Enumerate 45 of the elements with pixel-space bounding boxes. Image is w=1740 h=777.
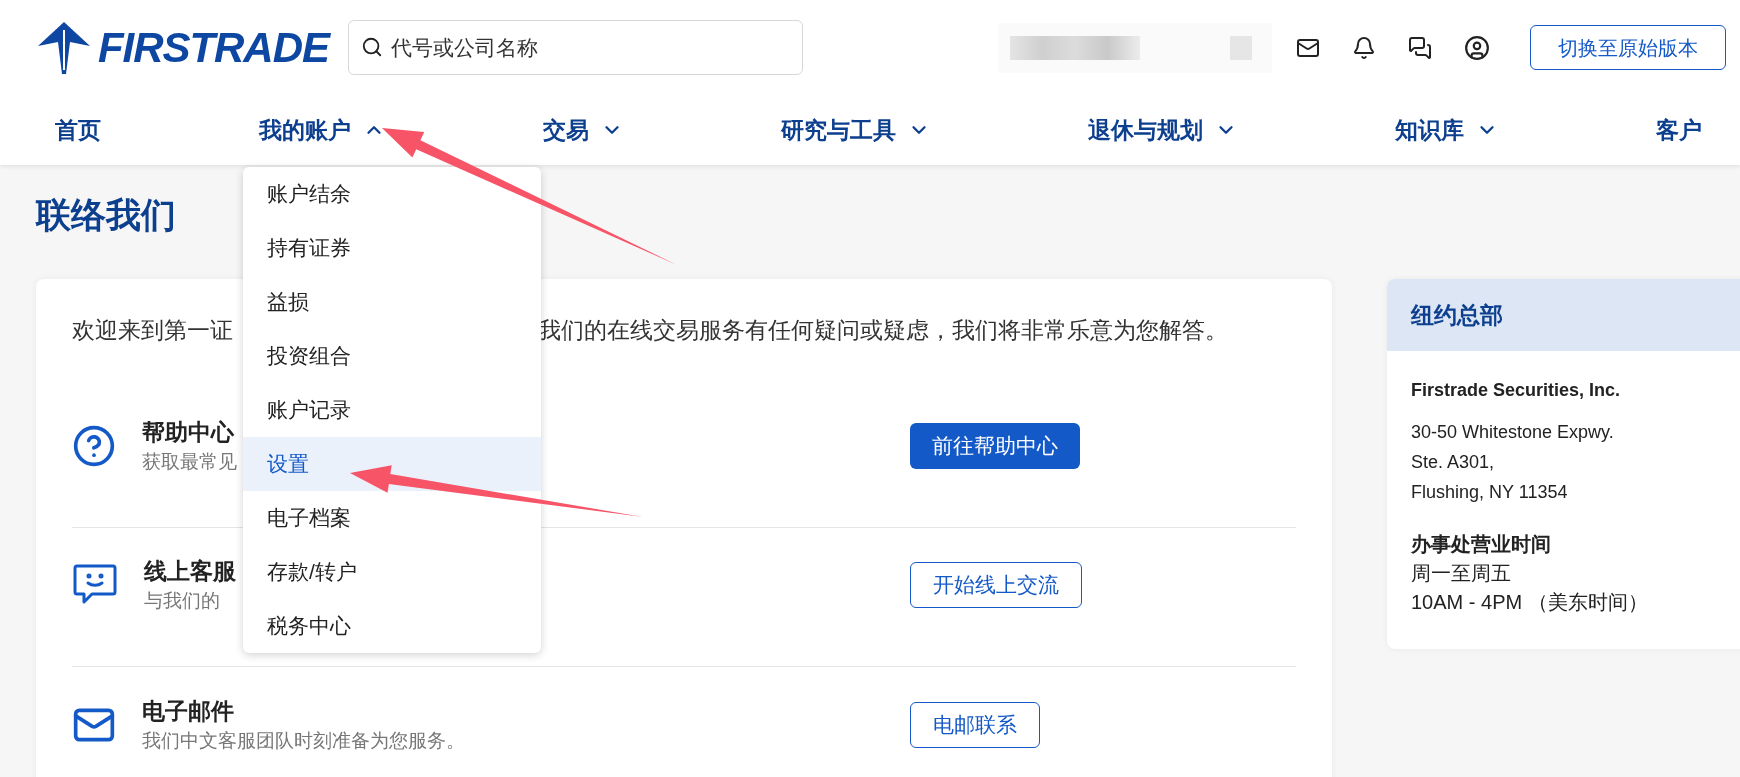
address-line: Flushing, NY 11354: [1411, 481, 1569, 504]
dropdown-menu-item[interactable]: 账户结余: [243, 167, 541, 221]
nav-menu-item[interactable]: 首页: [55, 112, 101, 148]
nav-menu-item[interactable]: 交易: [543, 112, 623, 148]
intro-text: 欢迎来到第一证: [72, 316, 233, 345]
address-line: Ste. A301,: [1411, 451, 1496, 474]
notification-icon[interactable]: [1352, 35, 1376, 60]
contact-subtitle: 与我们的: [144, 589, 221, 613]
company-name: Firstrade Securities, Inc.: [1411, 379, 1622, 402]
dropdown-menu-item[interactable]: 益损: [243, 275, 541, 329]
dropdown-menu-item[interactable]: 税务中心: [243, 599, 541, 653]
contact-title: 电子邮件: [142, 696, 235, 726]
hours-line: 周一至周五: [1411, 561, 1512, 586]
hours-line: 10AM - 4PM （美东时间）: [1411, 590, 1649, 615]
contact-button[interactable]: 电邮联系: [910, 701, 1040, 748]
page-title: 联络我们: [36, 195, 177, 235]
help-icon: [72, 424, 116, 468]
nav-menu-item[interactable]: 客户: [1656, 112, 1702, 148]
contact-button[interactable]: 开始线上交流: [910, 562, 1082, 608]
messages-icon[interactable]: [1408, 35, 1432, 60]
search-field[interactable]: 代号或公司名称: [348, 20, 803, 75]
nav-menu-item[interactable]: 知识库: [1395, 112, 1498, 148]
nav-menu-item[interactable]: 研究与工具: [781, 112, 930, 148]
contact-title: 帮助中心: [142, 418, 235, 447]
logo-text: FIRSTRADE: [98, 26, 329, 69]
hours-title: 办事处营业时间: [1411, 532, 1552, 557]
contact-button[interactable]: 前往帮助中心: [910, 423, 1080, 469]
dropdown-menu-item[interactable]: 持有证券: [243, 221, 541, 275]
contact-subtitle: 我们中文客服团队时刻准备为您服务。: [142, 728, 465, 753]
dropdown-menu-item[interactable]: 投资组合: [243, 329, 541, 383]
user-icon[interactable]: [1464, 34, 1490, 61]
intro-text: 我们的在线交易服务有任何疑问或疑虑，我们将非常乐意为您解答。: [538, 316, 1228, 345]
dropdown-menu-item[interactable]: 账户记录: [243, 383, 541, 437]
nav-menu-item[interactable]: 退休与规划: [1088, 112, 1237, 148]
dropdown-menu-item[interactable]: 设置: [243, 437, 541, 491]
logo-mark-icon: [36, 19, 92, 76]
dropdown-menu-item[interactable]: 存款/转户: [243, 545, 541, 599]
dropdown-menu-item[interactable]: 电子档案: [243, 491, 541, 545]
nav-menu-item[interactable]: 我的账户: [259, 112, 385, 148]
search-icon: [361, 36, 383, 58]
switch-version-button[interactable]: 切换至原始版本: [1530, 25, 1726, 70]
address-line: 30-50 Whitestone Expwy.: [1411, 421, 1615, 444]
contact-title: 线上客服: [144, 557, 236, 586]
contact-subtitle: 获取最常见: [142, 450, 237, 474]
office-title: 纽约总部: [1411, 300, 1503, 330]
